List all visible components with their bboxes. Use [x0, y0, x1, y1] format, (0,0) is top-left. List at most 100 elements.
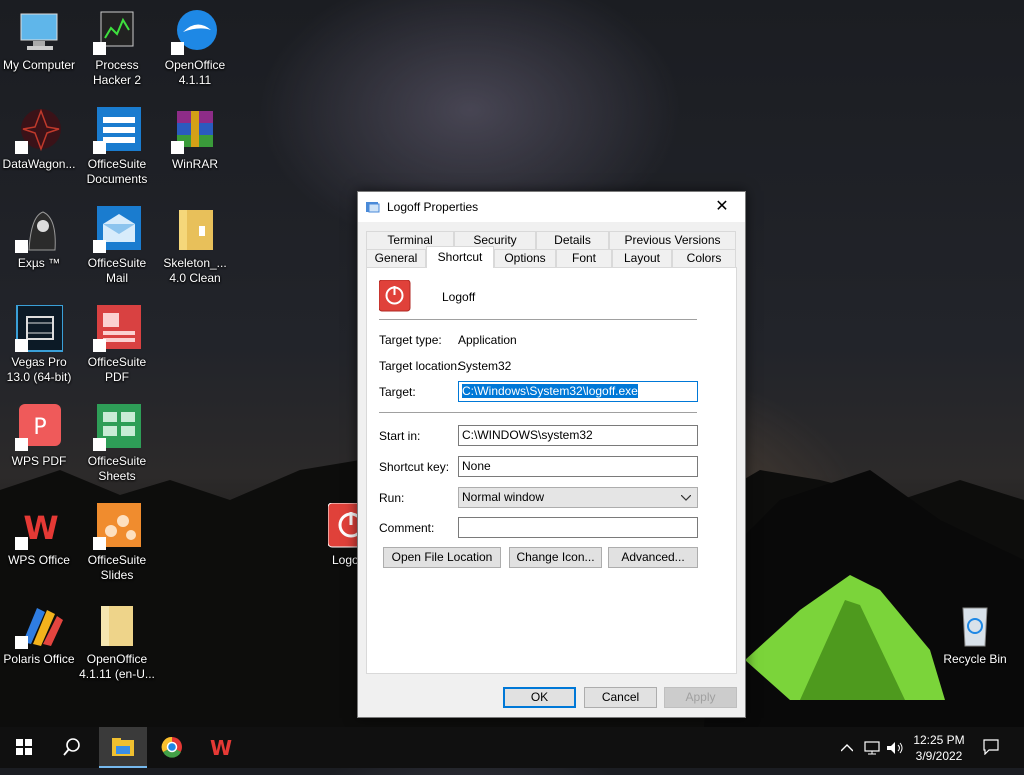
- desktop-icon-skeleton[interactable]: Skeleton_... 4.0 Clean: [156, 206, 234, 286]
- folder-icon: [93, 602, 141, 650]
- chevron-down-icon: [681, 495, 691, 501]
- desktop-icon-label: OfficeSuite PDF: [87, 355, 147, 384]
- clock-date: 3/9/2022: [915, 749, 963, 763]
- comment-input[interactable]: [458, 517, 698, 538]
- desktop-icon-logoff[interactable]: Logo: [322, 503, 362, 568]
- run-select[interactable]: Normal window: [458, 487, 698, 508]
- tab-details[interactable]: Details: [536, 231, 609, 249]
- desktop-icon-winrar[interactable]: WinRAR: [156, 107, 234, 172]
- desktop-icon-exus[interactable]: Exµs ™: [0, 206, 78, 271]
- tab-font[interactable]: Font: [556, 249, 612, 267]
- desktop-icon-officesuite-documents[interactable]: OfficeSuite Documents: [78, 107, 156, 187]
- svg-text:W: W: [23, 509, 58, 547]
- tab-row-top: Terminal Security Details Previous Versi…: [366, 231, 736, 249]
- tab-shortcut[interactable]: Shortcut: [426, 246, 494, 268]
- desktop-icon-officesuite-slides[interactable]: OfficeSuite Slides: [78, 503, 156, 583]
- start-button[interactable]: [0, 727, 48, 768]
- desktop-icon-wps-office[interactable]: W WPS Office: [0, 503, 78, 568]
- desktop-icon-openoffice-folder[interactable]: OpenOffice 4.1.11 (en-U...: [78, 602, 156, 682]
- clock-time: 12:25 PM: [913, 733, 965, 747]
- target-input-value: C:\Windows\System32\logoff.exe: [462, 384, 638, 398]
- shortcut-name: Logoff: [442, 290, 476, 304]
- desktop-icon-label: OpenOffice 4.1.11: [164, 58, 226, 87]
- dialog-titlebar[interactable]: Logoff Properties ✕: [358, 192, 745, 222]
- officesuite-documents-icon: [93, 107, 141, 155]
- vegas-pro-icon: [15, 304, 64, 353]
- start-in-label: Start in:: [379, 429, 421, 443]
- chrome-icon: [161, 736, 182, 758]
- tab-options[interactable]: Options: [494, 249, 556, 267]
- desktop-icon-officesuite-pdf[interactable]: OfficeSuite PDF: [78, 305, 156, 385]
- svg-text:W: W: [210, 737, 232, 757]
- run-select-value: Normal window: [462, 490, 545, 504]
- dialog-title: Logoff Properties: [387, 200, 479, 214]
- file-explorer-button[interactable]: [99, 727, 147, 768]
- desktop-icon-polaris-office[interactable]: Polaris Office: [0, 602, 78, 667]
- desktop-icon-label: WinRAR: [171, 157, 218, 171]
- desktop-icon-label: Skeleton_... 4.0 Clean: [163, 256, 227, 285]
- target-type-value: Application: [458, 333, 517, 347]
- desktop-icon-officesuite-sheets[interactable]: OfficeSuite Sheets: [78, 404, 156, 484]
- desktop-icon-label: Recycle Bin: [943, 652, 1007, 666]
- datawagon-icon: [15, 107, 63, 155]
- search-button[interactable]: [48, 727, 96, 768]
- officesuite-mail-icon: [93, 206, 141, 254]
- folder-icon: [171, 206, 219, 254]
- svg-text:P: P: [33, 415, 46, 440]
- open-file-location-button[interactable]: Open File Location: [383, 547, 501, 568]
- notification-icon[interactable]: [983, 739, 999, 755]
- openoffice-icon: [171, 8, 219, 56]
- desktop-icon-recycle-bin[interactable]: Recycle Bin: [936, 602, 1014, 667]
- desktop-icon-my-computer[interactable]: My Computer: [0, 8, 78, 73]
- system-clock[interactable]: 12:25 PM 3/9/2022: [904, 732, 974, 764]
- desktop-icon-label: WPS Office: [8, 553, 70, 567]
- cancel-button[interactable]: Cancel: [584, 687, 657, 708]
- wps-office-icon: W: [210, 736, 232, 760]
- ok-button[interactable]: OK: [503, 687, 576, 708]
- chevron-up-icon[interactable]: [841, 744, 853, 752]
- start-in-input[interactable]: C:\WINDOWS\system32: [458, 425, 698, 446]
- target-input[interactable]: C:\Windows\System32\logoff.exe: [458, 381, 698, 402]
- process-hacker-icon: [93, 8, 141, 56]
- apply-button[interactable]: Apply: [664, 687, 737, 708]
- desktop-icon-datawagon[interactable]: DataWagon...: [0, 107, 78, 172]
- chrome-button[interactable]: [148, 727, 196, 768]
- desktop-icon-label: Logo: [332, 553, 359, 567]
- desktop-icon-wps-pdf[interactable]: P WPS PDF: [0, 404, 78, 469]
- tab-previous-versions[interactable]: Previous Versions: [609, 231, 736, 249]
- desktop-icon-vegas-pro[interactable]: Vegas Pro 13.0 (64-bit): [0, 304, 78, 385]
- desktop-icon-label: Polaris Office: [3, 652, 75, 666]
- divider: [379, 319, 697, 320]
- desktop-icon-label: Vegas Pro 13.0 (64-bit): [6, 355, 72, 384]
- run-label: Run:: [379, 491, 405, 505]
- advanced-button[interactable]: Advanced...: [608, 547, 698, 568]
- target-location-value: System32: [458, 359, 512, 373]
- speaker-icon[interactable]: [886, 741, 904, 755]
- comment-label: Comment:: [379, 521, 435, 535]
- desktop-icon-officesuite-mail[interactable]: OfficeSuite Mail: [78, 206, 156, 286]
- desktop-icon-label: Process Hacker 2: [92, 58, 142, 87]
- officesuite-pdf-icon: [93, 305, 141, 353]
- network-icon[interactable]: [864, 741, 880, 755]
- desktop-icon-openoffice[interactable]: OpenOffice 4.1.11: [156, 8, 234, 88]
- desktop-icon-process-hacker[interactable]: Process Hacker 2: [78, 8, 156, 88]
- wps-office-taskbar-button[interactable]: W: [197, 727, 245, 768]
- target-label: Target:: [379, 385, 416, 399]
- officesuite-slides-icon: [93, 503, 141, 551]
- tab-colors[interactable]: Colors: [672, 249, 736, 267]
- taskbar: W 12:25 PM 3/9/2022: [0, 727, 1024, 768]
- shortcut-tab-panel: Logoff Target type: Application Target l…: [366, 267, 737, 674]
- desktop-icon-label: Exµs ™: [17, 256, 61, 270]
- tab-general[interactable]: General: [366, 249, 426, 267]
- tab-layout[interactable]: Layout: [612, 249, 672, 267]
- change-icon-button[interactable]: Change Icon...: [509, 547, 602, 568]
- logoff-icon: [379, 280, 411, 312]
- logoff-properties-dialog: Logoff Properties ✕ Terminal Security De…: [357, 191, 746, 718]
- windows-start-icon: [16, 739, 32, 755]
- desktop-icon-label: OfficeSuite Mail: [87, 256, 147, 285]
- monitor-icon: [15, 8, 63, 56]
- file-explorer-icon: [112, 738, 134, 756]
- close-button[interactable]: ✕: [699, 192, 745, 222]
- shortcut-key-input[interactable]: None: [458, 456, 698, 477]
- search-icon: [63, 738, 80, 756]
